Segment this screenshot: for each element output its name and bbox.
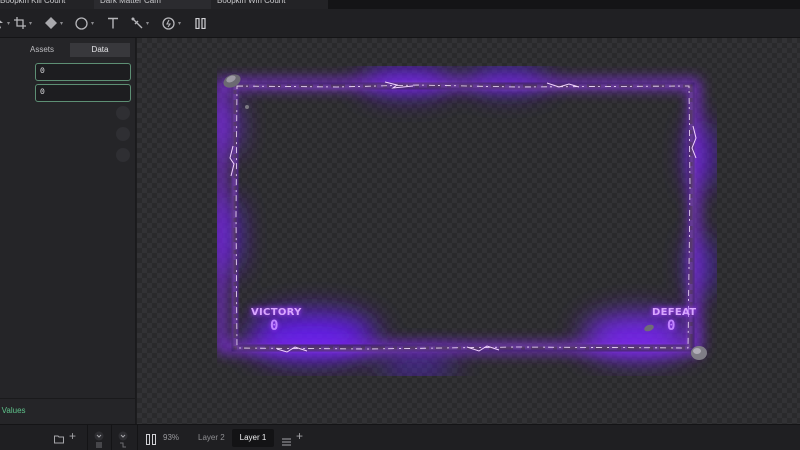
timer-icon: [162, 16, 175, 30]
text-icon: [107, 17, 119, 29]
dropdown-circle-icon[interactable]: [117, 431, 129, 450]
chevron-down-icon: ▾: [91, 20, 95, 27]
tab-boopkin-win-count[interactable]: Boopkin Win Count ×: [211, 0, 328, 9]
chevron-down-icon: ▾: [7, 20, 11, 27]
tab-boopkin-kill-count[interactable]: Boopkin Kill Count ×: [0, 0, 94, 9]
columns-icon: [195, 17, 206, 29]
crop-tool[interactable]: ▾: [14, 15, 32, 31]
ellipse-icon: [75, 16, 88, 30]
component-icon: [45, 17, 57, 29]
divider: [87, 425, 88, 450]
crop-icon: [14, 17, 26, 29]
tab-data[interactable]: Data: [70, 43, 130, 57]
chevron-down-icon: ▾: [29, 20, 33, 27]
add-icon[interactable]: +: [69, 429, 76, 443]
chevron-down-icon: ▾: [60, 20, 64, 27]
document-tab-bar: Boopkin Kill Count × Dark Matter Cam × B…: [0, 0, 800, 9]
list-icon[interactable]: [282, 433, 291, 450]
properties-panel: Assets Data 0 0 ce Values: [0, 38, 136, 424]
victory-label[interactable]: VICTORY: [251, 307, 302, 318]
divider: [137, 425, 138, 450]
pen-icon: [131, 17, 143, 29]
chevron-down-icon: ▾: [178, 20, 182, 27]
value-field-2[interactable]: 0: [35, 84, 131, 102]
tab-label: Boopkin Kill Count: [0, 0, 66, 5]
victory-count[interactable]: 0: [270, 318, 278, 334]
tab-dark-matter-cam[interactable]: Dark Matter Cam ×: [94, 0, 211, 9]
panel-segmented-control: Assets Data: [0, 43, 130, 57]
divider: [111, 425, 112, 450]
ellipse-tool[interactable]: ▾: [75, 15, 94, 31]
layer-tab-1[interactable]: Layer 1: [232, 429, 274, 447]
move-tool[interactable]: ▾: [0, 15, 10, 31]
value-field-1[interactable]: 0: [35, 63, 131, 81]
timer-tool[interactable]: ▾: [162, 15, 181, 31]
chevron-down-icon: ▾: [146, 20, 150, 27]
binding-dot[interactable]: [116, 127, 130, 141]
zoom-level[interactable]: 93%: [163, 433, 179, 442]
editor-window: Boopkin Kill Count × Dark Matter Cam × B…: [0, 0, 800, 450]
layout-columns-tool[interactable]: [195, 15, 206, 31]
tab-label: Boopkin Win Count: [217, 0, 286, 5]
toolbar: ▾ ▾ ▾ ▾ ▾ ▾: [0, 9, 800, 38]
tab-assets[interactable]: Assets: [0, 43, 70, 57]
folder-icon[interactable]: [54, 431, 64, 449]
defeat-label[interactable]: DEFEAT: [652, 307, 696, 318]
tab-label: Dark Matter Cam: [100, 0, 161, 5]
dropdown-circle-icon[interactable]: [93, 431, 105, 450]
values-link[interactable]: ce Values: [0, 406, 26, 415]
design-canvas[interactable]: VICTORY 0 DEFEAT 0: [137, 38, 800, 424]
add-layer-icon[interactable]: +: [296, 429, 303, 443]
columns-icon[interactable]: [146, 432, 156, 450]
bottom-bar: + 93% Layer 2 Layer 1 +: [0, 424, 800, 450]
binding-dot[interactable]: [116, 106, 130, 120]
defeat-count[interactable]: 0: [667, 318, 675, 334]
layer-tab-2[interactable]: Layer 2: [198, 432, 225, 444]
binding-dot[interactable]: [116, 148, 130, 162]
text-tool[interactable]: [107, 15, 119, 31]
component-tool[interactable]: ▾: [45, 15, 63, 31]
panel-divider: [0, 398, 136, 399]
move-icon: [0, 17, 4, 29]
webcam-frame-overlay[interactable]: [217, 66, 717, 376]
pen-tool[interactable]: ▾: [131, 15, 149, 31]
